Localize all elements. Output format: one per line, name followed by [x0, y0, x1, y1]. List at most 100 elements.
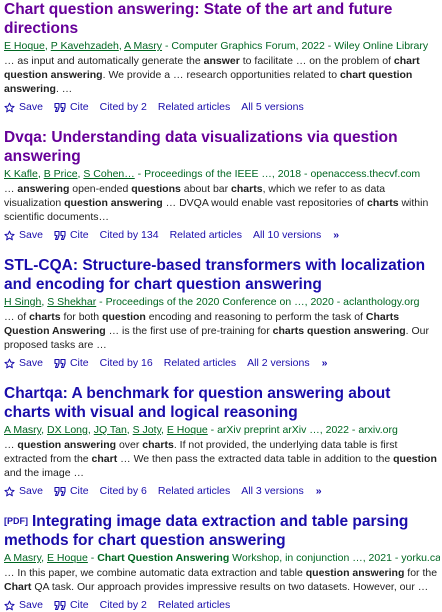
result-meta: K Kafle, B Price, S Cohen… - Proceedings…: [4, 168, 421, 180]
save-button[interactable]: Save: [4, 356, 43, 370]
highlight-term: charts: [231, 183, 263, 195]
result-snippet: … In this paper, we combine automatic da…: [4, 566, 440, 594]
text-run: … We then pass the extracted data table …: [117, 453, 394, 465]
cited-by-link-label: Cited by 2: [99, 599, 147, 611]
text-run: … DVQA would enable vast repositories of: [162, 197, 368, 209]
author-link[interactable]: DX Long: [47, 424, 88, 436]
result-meta: A Masry, E Hoque - Chart Question Answer…: [4, 552, 440, 564]
highlight-term: answering: [17, 183, 70, 195]
cite-button-label: Cite: [69, 599, 89, 611]
save-button[interactable]: Save: [4, 100, 43, 114]
author-link[interactable]: E Hoque: [4, 40, 45, 52]
author-link[interactable]: P Kavehzadeh: [51, 40, 119, 52]
text-run: open-ended: [69, 183, 132, 195]
quote-icon: [54, 102, 66, 113]
double-chevron-icon[interactable]: »: [316, 484, 322, 498]
text-run: Dvqa: Understanding data visualizations …: [4, 129, 334, 146]
cited-by-link[interactable]: Cited by 2: [100, 598, 147, 612]
cited-by-link[interactable]: Cited by 6: [100, 484, 147, 498]
author-link[interactable]: A Masry: [4, 552, 41, 564]
author-link[interactable]: K Kafle: [4, 168, 38, 180]
author-link[interactable]: JQ Tan: [94, 424, 127, 436]
save-button[interactable]: Save: [4, 484, 43, 498]
result-title-link[interactable]: Dvqa: Understanding data visualizations …: [4, 128, 440, 166]
author-link[interactable]: E Hoque: [47, 552, 88, 564]
highlight-term: charts: [4, 404, 51, 421]
quote-icon: [54, 358, 66, 369]
author-link[interactable]: S Cohen…: [83, 168, 134, 180]
save-button[interactable]: Save: [4, 598, 43, 612]
search-results: Chart question answering: State of the a…: [4, 0, 440, 612]
result-snippet: … as input and automatically generate th…: [4, 54, 440, 96]
highlight-term: Chart Question Answering: [97, 552, 230, 564]
cite-button[interactable]: Cite: [54, 228, 89, 242]
text-run: …: [4, 439, 18, 451]
highlight-term: question: [102, 311, 146, 323]
cited-by-link[interactable]: Cited by 2: [100, 100, 147, 114]
text-run: with visual and logical reasoning: [50, 404, 298, 421]
text-run: Workshop, in conjunction …, 2021 - yorku…: [229, 552, 440, 564]
author-link[interactable]: S Joty: [133, 424, 161, 436]
double-chevron-icon[interactable]: »: [322, 356, 328, 370]
quote-icon: [54, 230, 66, 241]
save-button-label: Save: [19, 485, 43, 497]
related-articles-link[interactable]: Related articles: [170, 228, 242, 242]
highlight-term: Chart: [4, 581, 32, 593]
author-link[interactable]: H Singh: [4, 296, 41, 308]
cited-by-link[interactable]: Cited by 134: [100, 228, 159, 242]
highlight-term: chart question answering: [97, 532, 286, 549]
related-articles-link-label: Related articles: [163, 357, 237, 369]
related-articles-link-label: Related articles: [157, 101, 231, 113]
double-chevron-icon[interactable]: »: [333, 228, 339, 242]
highlight-term: answer: [203, 55, 240, 67]
cite-button[interactable]: Cite: [54, 484, 89, 498]
search-result: Chart question answering: State of the a…: [4, 0, 440, 114]
star-icon: [4, 358, 15, 369]
all-versions-link[interactable]: All 2 versions: [247, 356, 309, 370]
save-button-label: Save: [19, 599, 43, 611]
text-run: … of: [4, 311, 30, 323]
all-versions-link-label: All 3 versions: [241, 485, 304, 497]
result-source: - Proceedings of the 2020 Conference on …: [96, 296, 420, 308]
result-title-link[interactable]: Chart question answering: State of the a…: [4, 0, 440, 38]
text-run: … In this paper, we combine automatic da…: [4, 567, 306, 579]
related-articles-link[interactable]: Related articles: [158, 100, 230, 114]
text-run: for both: [60, 311, 103, 323]
pdf-tag: [PDF]: [4, 516, 28, 526]
result-title-link[interactable]: Chartqa: A benchmark for question answer…: [4, 384, 440, 422]
text-run: about: [343, 385, 391, 402]
author-link[interactable]: E Hoque: [167, 424, 208, 436]
author-link[interactable]: A Masry: [124, 40, 162, 52]
highlight-term: question answering: [64, 197, 163, 209]
all-versions-link[interactable]: All 5 versions: [241, 100, 303, 114]
author-link[interactable]: A Masry: [4, 424, 41, 436]
cited-by-link[interactable]: Cited by 16: [100, 356, 153, 370]
text-run: about bar: [180, 183, 232, 195]
save-button[interactable]: Save: [4, 228, 43, 242]
all-versions-link[interactable]: All 10 versions: [253, 228, 321, 242]
text-run: over: [116, 439, 143, 451]
cite-button[interactable]: Cite: [54, 356, 89, 370]
highlight-term: question answering: [305, 567, 405, 579]
result-title-link[interactable]: [PDF] Integrating image data extraction a…: [4, 512, 440, 550]
result-source: - Computer Graphics Forum, 2022 - Wiley …: [162, 40, 429, 52]
highlight-term: charts: [367, 197, 399, 209]
related-articles-link[interactable]: Related articles: [158, 598, 230, 612]
quote-icon: [54, 600, 66, 611]
highlight-term: chart: [91, 453, 118, 465]
result-source: - Proceedings of the IEEE …, 2018 - open…: [134, 168, 421, 180]
all-versions-link[interactable]: All 3 versions: [241, 484, 303, 498]
highlight-term: question answering: [17, 439, 117, 451]
star-icon: [4, 102, 15, 113]
highlight-term: charts: [29, 311, 61, 323]
cite-button[interactable]: Cite: [54, 100, 89, 114]
related-articles-link[interactable]: Related articles: [164, 356, 236, 370]
related-articles-link[interactable]: Related articles: [158, 484, 230, 498]
result-title-link[interactable]: STL-CQA: Structure-based transformers wi…: [4, 256, 440, 294]
cite-button[interactable]: Cite: [54, 598, 89, 612]
text-run: . …: [55, 83, 73, 95]
cite-button-label: Cite: [69, 101, 89, 113]
author-link[interactable]: S Shekhar: [47, 296, 96, 308]
author-link[interactable]: B Price: [44, 168, 78, 180]
text-run: and the image …: [4, 467, 84, 479]
